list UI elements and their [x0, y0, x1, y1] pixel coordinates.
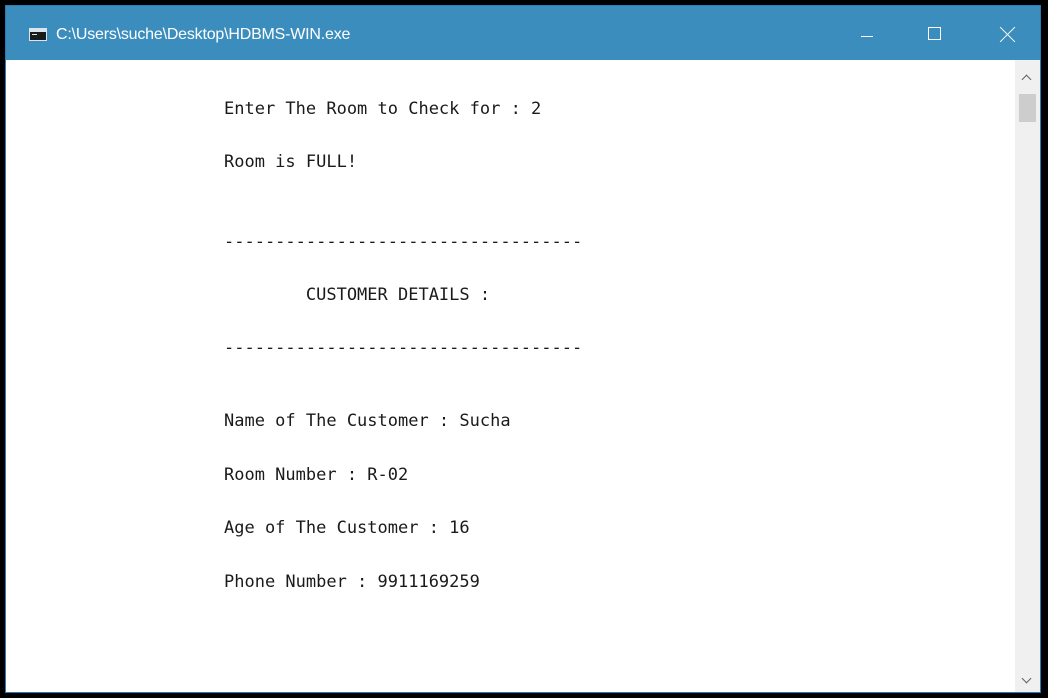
console-app-icon[interactable]	[29, 28, 47, 41]
console-line-room-prompt: Enter The Room to Check for : 2	[224, 99, 542, 119]
chevron-down-icon	[1021, 673, 1032, 684]
console-output[interactable]: Enter The Room to Check for : 2 Room is …	[6, 60, 1015, 692]
console-line-phone-number: Phone Number : 9911169259	[224, 572, 480, 592]
vertical-scrollbar[interactable]	[1015, 60, 1040, 692]
scroll-up-button[interactable]	[1015, 64, 1040, 90]
console-line-customer-name: Name of The Customer : Sucha	[224, 411, 511, 431]
console-line-room-status: Room is FULL!	[224, 152, 358, 172]
minimize-button[interactable]	[838, 6, 896, 60]
console-line-separator-top: -----------------------------------	[224, 232, 583, 252]
close-icon	[1000, 26, 1016, 42]
maximize-button[interactable]	[906, 6, 964, 60]
chevron-up-icon	[1021, 74, 1032, 85]
console-line-separator-bottom: -----------------------------------	[224, 338, 583, 358]
minimize-icon	[861, 36, 873, 37]
console-line-room-number: Room Number : R-02	[224, 465, 409, 485]
close-button[interactable]	[974, 6, 1040, 60]
console-line-section-heading: CUSTOMER DETAILS :	[224, 285, 491, 305]
console-line-customer-age: Age of The Customer : 16	[224, 518, 470, 538]
scroll-thumb[interactable]	[1019, 94, 1036, 122]
maximize-icon	[928, 27, 941, 40]
console-window: C:\Users\suche\Desktop\HDBMS-WIN.exe Ent…	[5, 5, 1041, 693]
scroll-down-button[interactable]	[1015, 668, 1040, 692]
window-title: C:\Users\suche\Desktop\HDBMS-WIN.exe	[56, 26, 351, 43]
title-bar[interactable]: C:\Users\suche\Desktop\HDBMS-WIN.exe	[6, 6, 1040, 60]
